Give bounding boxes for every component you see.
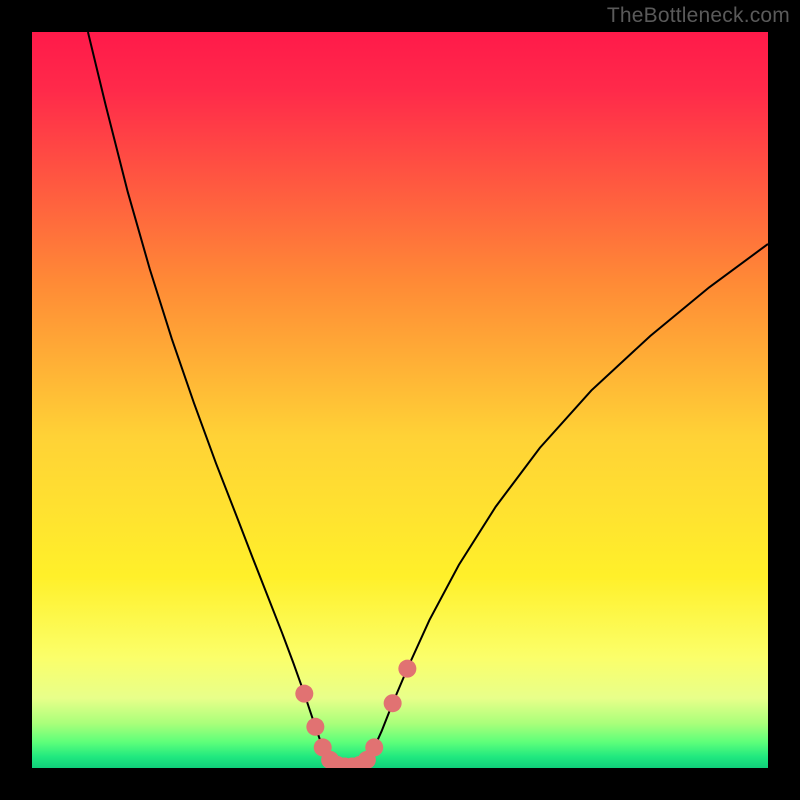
- watermark-text: TheBottleneck.com: [607, 4, 790, 28]
- chart-frame: TheBottleneck.com: [0, 0, 800, 800]
- data-marker: [306, 718, 324, 736]
- data-marker: [398, 660, 416, 678]
- chart-svg: [32, 32, 768, 768]
- data-marker: [365, 738, 383, 756]
- data-marker: [384, 694, 402, 712]
- plot-area: [32, 32, 768, 768]
- gradient-background: [32, 32, 768, 768]
- data-marker: [295, 685, 313, 703]
